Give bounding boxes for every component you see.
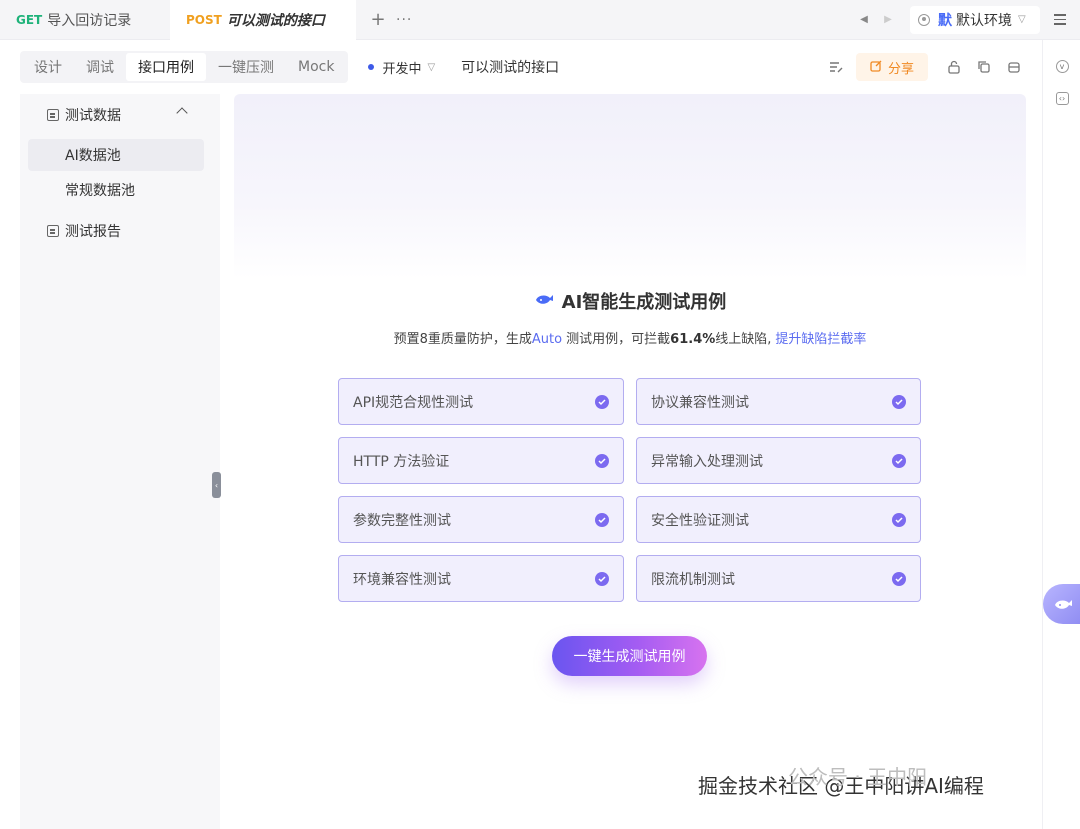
tab-next-icon[interactable]: ▶ bbox=[876, 14, 900, 25]
test-type-card[interactable]: API规范合规性测试 bbox=[338, 378, 624, 425]
watermark-ghost: 公众号 · 王中阳 bbox=[788, 765, 928, 789]
test-type-card[interactable]: HTTP 方法验证 bbox=[338, 437, 624, 484]
check-icon bbox=[595, 394, 609, 409]
sidebar-collapse-handle[interactable]: ‹ bbox=[212, 472, 221, 498]
tab-bar: GET 导入回访记录 POST 可以测试的接口 + ··· ◀ ▶ 默 默认环境… bbox=[0, 0, 1080, 40]
segment-debug[interactable]: 调试 bbox=[74, 53, 126, 81]
tab-post-test-api[interactable]: POST 可以测试的接口 bbox=[170, 0, 356, 40]
environment-name: 默认环境 bbox=[956, 12, 1012, 29]
chevron-up-icon[interactable] bbox=[176, 107, 188, 119]
sidebar-item-regular-data-pool[interactable]: 常规数据池 bbox=[28, 174, 204, 206]
copy-icon[interactable] bbox=[970, 53, 998, 81]
sidebar-group-test-report[interactable]: 测试报告 bbox=[20, 210, 220, 252]
segment-api-cases[interactable]: 接口用例 bbox=[126, 53, 206, 81]
tab-title: 可以测试的接口 bbox=[226, 12, 325, 29]
segment-design[interactable]: 设计 bbox=[22, 53, 74, 81]
edit-note-icon[interactable] bbox=[822, 53, 850, 81]
test-type-card[interactable]: 参数完整性测试 bbox=[338, 496, 624, 543]
page-title: AI智能生成测试用例 bbox=[234, 288, 1026, 314]
check-icon bbox=[595, 453, 609, 468]
tab-title: 导入回访记录 bbox=[47, 12, 132, 29]
sidebar-item-ai-data-pool[interactable]: AI数据池 bbox=[28, 139, 204, 171]
chart-doc-icon bbox=[47, 109, 59, 121]
share-icon bbox=[870, 60, 882, 75]
generate-test-cases-button[interactable]: 一键生成测试用例 bbox=[552, 636, 707, 676]
sidebar-group-label: 测试报告 bbox=[65, 224, 121, 240]
status-dropdown[interactable]: 开发中 ▽ bbox=[368, 58, 435, 77]
page-subtitle: 预置8重质量防护，生成Auto 测试用例，可拦截61.4%线上缺陷, 提升缺陷拦截… bbox=[393, 332, 867, 347]
tab-get-import[interactable]: GET 导入回访记录 bbox=[0, 0, 150, 40]
ai-assistant-float-button[interactable] bbox=[1043, 584, 1080, 624]
environment-badge: 默 bbox=[938, 12, 952, 29]
more-tabs-icon[interactable]: ··· bbox=[396, 12, 412, 28]
watermark: 公众号 · 王中阳 掘金技术社区 @王中阳讲AI编程 bbox=[698, 765, 984, 799]
mode-segments: 设计 调试 接口用例 一键压测 Mock bbox=[20, 51, 349, 83]
api-toolbar: 设计 调试 接口用例 一键压测 Mock 开发中 ▽ 可以测试的接口 分享 bbox=[0, 40, 1042, 94]
improve-intercept-link[interactable]: 提升缺陷拦截率 bbox=[775, 332, 866, 347]
share-button[interactable]: 分享 bbox=[855, 53, 928, 81]
segment-stress-test[interactable]: 一键压测 bbox=[206, 53, 286, 81]
expand-panel-icon[interactable]: v bbox=[1043, 50, 1080, 82]
right-rail: v ‹› bbox=[1042, 40, 1080, 829]
environment-icon bbox=[918, 13, 930, 26]
main-panel: AI智能生成测试用例 预置8重质量防护，生成Auto 测试用例，可拦截61.4%… bbox=[234, 94, 1026, 829]
test-type-card[interactable]: 限流机制测试 bbox=[636, 555, 921, 602]
check-icon bbox=[892, 394, 906, 409]
check-icon bbox=[892, 571, 906, 586]
test-type-card[interactable]: 环境兼容性测试 bbox=[338, 555, 624, 602]
test-type-card[interactable]: 安全性验证测试 bbox=[636, 496, 921, 543]
segment-mock[interactable]: Mock bbox=[286, 53, 346, 81]
clipboard-icon bbox=[47, 225, 59, 237]
page-title-text: AI智能生成测试用例 bbox=[561, 292, 727, 313]
api-name: 可以测试的接口 bbox=[461, 60, 560, 76]
whale-icon bbox=[1055, 600, 1072, 609]
share-label: 分享 bbox=[887, 61, 914, 77]
test-type-grid: API规范合规性测试 协议兼容性测试 HTTP 方法验证 异常输入处理测试 参数… bbox=[338, 378, 921, 602]
chevron-down-icon: ▽ bbox=[427, 61, 436, 73]
test-type-card[interactable]: 异常输入处理测试 bbox=[636, 437, 921, 484]
status-dot bbox=[368, 64, 375, 70]
add-tab-icon[interactable]: + bbox=[368, 9, 388, 30]
sidebar-group-label: 测试数据 bbox=[65, 108, 121, 124]
whale-icon bbox=[534, 291, 554, 312]
test-type-card[interactable]: 协议兼容性测试 bbox=[636, 378, 921, 425]
code-icon[interactable]: ‹› bbox=[1043, 82, 1080, 114]
check-icon bbox=[892, 453, 906, 468]
archive-icon[interactable] bbox=[1000, 53, 1028, 81]
app-window: GET 导入回访记录 POST 可以测试的接口 + ··· ◀ ▶ 默 默认环境… bbox=[0, 0, 1080, 829]
sidebar: 测试数据 AI数据池 常规数据池 测试报告 bbox=[20, 94, 220, 829]
lock-icon[interactable] bbox=[940, 53, 968, 81]
chevron-down-icon: ▽ bbox=[1018, 14, 1026, 25]
environment-selector[interactable]: 默 默认环境 ▽ bbox=[910, 5, 1040, 34]
hero-banner bbox=[234, 94, 1026, 279]
check-icon bbox=[595, 512, 609, 527]
status-label: 开发中 bbox=[382, 61, 422, 77]
method-badge: GET bbox=[16, 12, 43, 27]
sidebar-group-test-data[interactable]: 测试数据 bbox=[20, 94, 220, 136]
intercept-percent: 61.4% bbox=[670, 332, 716, 347]
method-badge: POST bbox=[186, 12, 222, 27]
auto-keyword: Auto bbox=[531, 332, 563, 347]
hamburger-menu-icon[interactable] bbox=[1046, 14, 1074, 25]
check-icon bbox=[595, 571, 609, 586]
tab-prev-icon[interactable]: ◀ bbox=[852, 14, 876, 25]
check-icon bbox=[892, 512, 906, 527]
